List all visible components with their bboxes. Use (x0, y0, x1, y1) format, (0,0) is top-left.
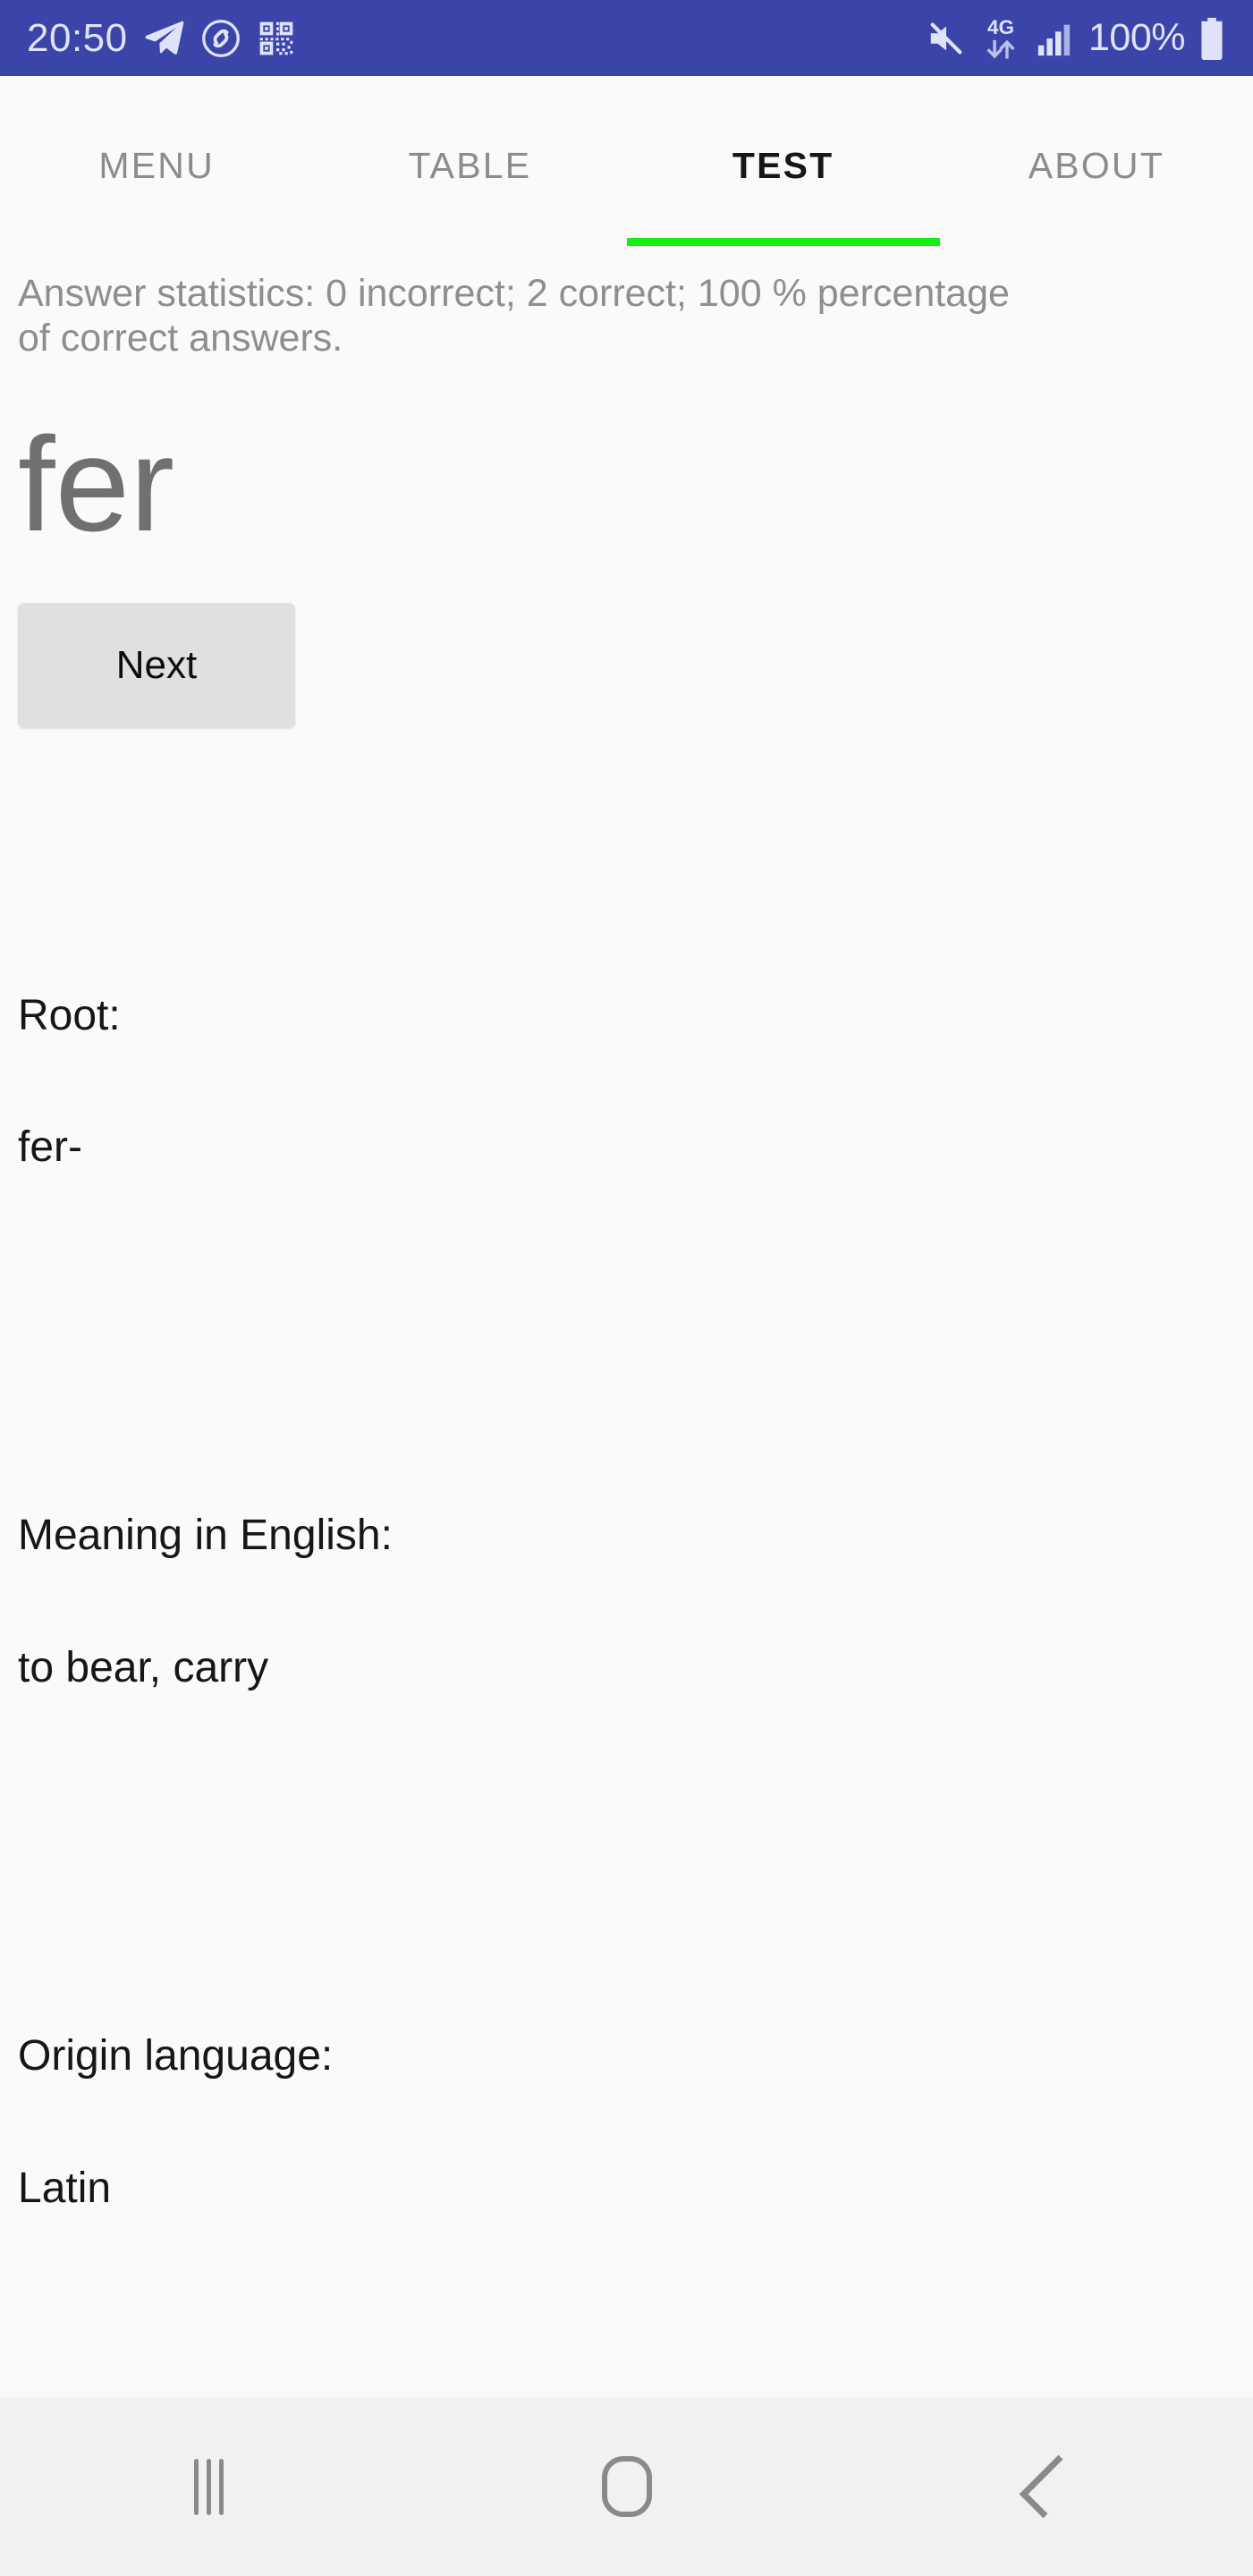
android-nav-bar (0, 2397, 1253, 2576)
status-bar-right-group: 4G 100% (926, 15, 1226, 62)
telegram-icon (144, 18, 185, 59)
status-bar-left-group: 20:50 (27, 18, 296, 59)
next-button[interactable]: Next (18, 602, 295, 728)
next-button-label: Next (115, 642, 198, 687)
home-icon (601, 2456, 652, 2517)
tab-active-indicator (626, 238, 940, 246)
tab-menu-label: MENU (98, 144, 215, 186)
detail-root-label: Root: (18, 991, 121, 1039)
answer-statistics-text: Answer statistics: 0 incorrect; 2 correc… (18, 272, 1010, 360)
question-word: fer (18, 408, 175, 559)
recents-icon (194, 2458, 224, 2515)
mobile-data-icon: 4G (979, 15, 1022, 62)
root-details: Root: fer- Meaning in English: to bear, … (18, 778, 1235, 2576)
nav-back-button[interactable] (835, 2397, 1253, 2576)
battery-icon (1198, 16, 1226, 61)
detail-meaning-value: to bear, carry (18, 1644, 269, 1692)
tab-table-label: TABLE (408, 144, 532, 186)
detail-origin-language-label: Origin language: (18, 2031, 334, 2080)
qr-code-icon (257, 19, 296, 58)
tab-bar: MENU TABLE TEST ABOUT (0, 76, 1253, 246)
nav-recents-button[interactable] (0, 2397, 418, 2576)
detail-root-value: fer- (18, 1123, 82, 1172)
detail-meaning: Meaning in English: to bear, carry (18, 1427, 1235, 1777)
signal-bars-icon (1035, 18, 1076, 59)
tab-test[interactable]: TEST (626, 76, 940, 246)
detail-root: Root: fer- (18, 907, 1235, 1258)
status-bar: 20:50 4G 100% (0, 0, 1253, 76)
tab-table[interactable]: TABLE (313, 76, 626, 246)
tab-about-label: ABOUT (1028, 144, 1164, 186)
back-icon (1019, 2454, 1082, 2519)
tab-about[interactable]: ABOUT (940, 76, 1253, 246)
battery-percent-label: 100% (1088, 16, 1185, 59)
app-screen: 20:50 4G 100% MENU TABLE TEST ABOUT Answ… (0, 0, 1253, 2576)
nav-home-button[interactable] (418, 2397, 835, 2576)
test-tab-content: Answer statistics: 0 incorrect; 2 correc… (0, 246, 1253, 2576)
shazam-icon (201, 19, 241, 58)
detail-origin-language-value: Latin (18, 2164, 112, 2212)
tab-menu[interactable]: MENU (0, 76, 313, 246)
status-clock: 20:50 (27, 15, 128, 60)
mute-icon (926, 18, 967, 59)
detail-meaning-label: Meaning in English: (18, 1512, 393, 1560)
detail-origin-language: Origin language: Latin (18, 1947, 1235, 2298)
svg-text:4G: 4G (987, 15, 1014, 38)
tab-test-label: TEST (732, 144, 834, 186)
